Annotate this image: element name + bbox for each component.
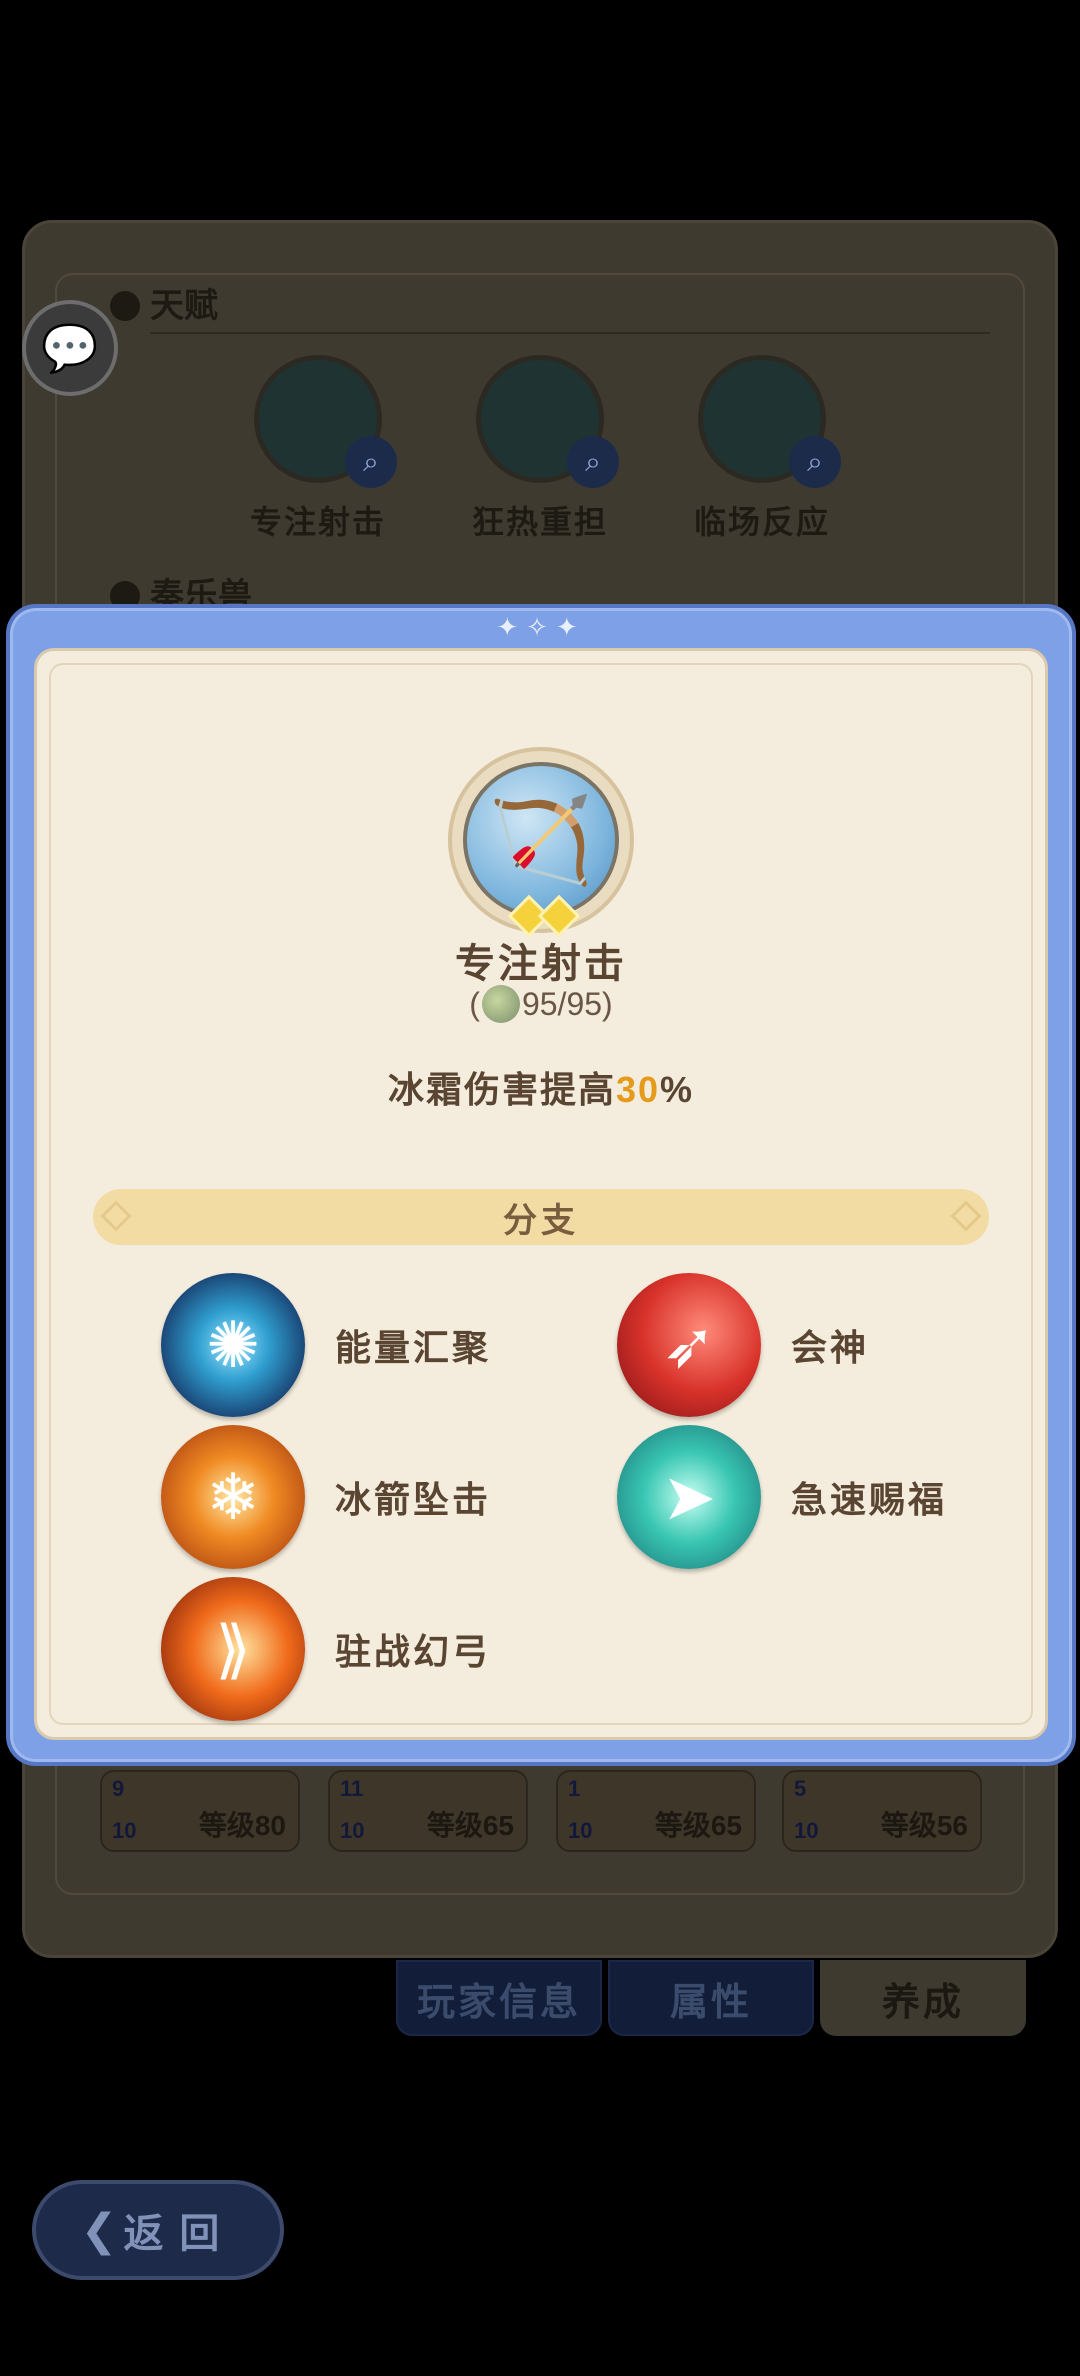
- tab-attributes[interactable]: 属性: [608, 1960, 814, 2036]
- skill-progress: (95/95): [469, 985, 613, 1023]
- branch-energy-gather[interactable]: ✺ 能量汇聚: [161, 1273, 491, 1417]
- pet-level: 等级65: [426, 1810, 514, 1841]
- pet-card[interactable]: 1 10 等级65: [556, 1770, 756, 1852]
- skill-emblem: 🏹: [448, 747, 634, 938]
- pet-card[interactable]: 5 10 等级56: [782, 1770, 982, 1852]
- pet-level: 等级80: [198, 1810, 286, 1841]
- branch-focus[interactable]: ➶ 会神: [617, 1273, 869, 1417]
- talent-section-title: 天赋: [110, 278, 218, 327]
- talent-detail-modal: ✦✧✦ 🏹 专注射击 (95/95) 冰霜伤害提高30% 分支 ✺ 能量汇聚 ➶…: [6, 604, 1076, 1766]
- leaf-resource-icon: [481, 985, 520, 1023]
- tab-player-info[interactable]: 玩家信息: [396, 1960, 602, 2036]
- talent-name: 专注射击: [249, 504, 386, 540]
- modal-body: 🏹 专注射击 (95/95) 冰霜伤害提高30% 分支 ✺ 能量汇聚 ➶ 会神 …: [34, 648, 1048, 1740]
- moon-icon: [110, 291, 140, 321]
- sparkle-decoration: ✦✧✦: [496, 612, 586, 642]
- pet-level: 等级65: [654, 1810, 742, 1841]
- diamond-ornament-icon: [100, 1200, 132, 1232]
- diamond-ornament-icon: [950, 1200, 982, 1232]
- branch-header: 分支: [93, 1189, 989, 1245]
- pet-level: 等级56: [880, 1810, 968, 1841]
- desc-value: 30: [615, 1069, 661, 1110]
- arrow-diamond-icon: ⌕: [698, 355, 841, 488]
- talent-name: 临场反应: [693, 504, 830, 540]
- pet-card[interactable]: 9 10 等级80: [100, 1770, 300, 1852]
- skill-description: 冰霜伤害提高30%: [387, 1069, 695, 1110]
- eye-shield-icon: ⌕: [476, 355, 619, 488]
- section-divider: [150, 332, 990, 334]
- energy-gather-icon: ✺: [161, 1273, 305, 1417]
- tab-develop[interactable]: 养成: [820, 1960, 1026, 2036]
- bow-icon: 🏹: [463, 762, 619, 918]
- phantom-bow-icon: ⟫: [161, 1577, 305, 1721]
- talent-slot-1[interactable]: ⌕ 专注射击: [218, 355, 418, 543]
- magnifier-icon[interactable]: ⌕: [345, 436, 397, 488]
- back-arrow-icon: ❮: [80, 2205, 118, 2255]
- talent-slot-2[interactable]: ⌕ 狂热重担: [440, 355, 640, 543]
- branch-phantom-bow[interactable]: ⟫ 驻战幻弓: [161, 1577, 491, 1721]
- skill-title: 专注射击: [455, 942, 627, 986]
- pet-card[interactable]: 11 10 等级65: [328, 1770, 528, 1852]
- magnifier-icon[interactable]: ⌕: [567, 436, 619, 488]
- branch-swift-blessing[interactable]: ➤ 急速赐福: [617, 1425, 947, 1569]
- talent-slot-3[interactable]: ⌕ 临场反应: [662, 355, 862, 543]
- archer-focus-icon: ➶: [617, 1273, 761, 1417]
- branch-ice-arrow-strike[interactable]: ❄ 冰箭坠击: [161, 1425, 491, 1569]
- ice-arrow-strike-icon: ❄: [161, 1425, 305, 1569]
- talent-name: 狂热重担: [471, 504, 608, 540]
- back-button[interactable]: ❮ 返回: [32, 2180, 284, 2280]
- swift-blessing-icon: ➤: [617, 1425, 761, 1569]
- bow-icon: ⌕: [254, 355, 397, 488]
- magnifier-icon[interactable]: ⌕: [789, 436, 841, 488]
- chat-icon[interactable]: 💬: [22, 300, 118, 396]
